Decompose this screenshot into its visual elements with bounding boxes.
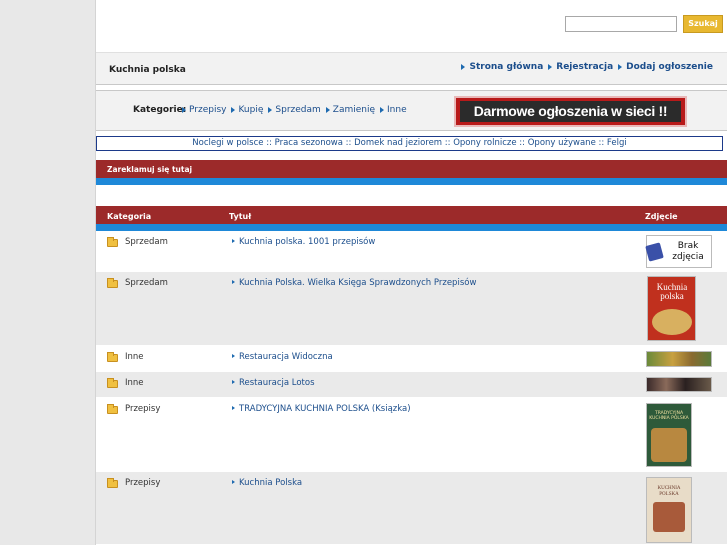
book-cover-image xyxy=(652,309,692,335)
column-header-title: Tytuł xyxy=(229,212,252,221)
top-navigation: Strona główna Rejestracja Dodaj ogłoszen… xyxy=(461,62,713,72)
arrow-right-icon xyxy=(380,107,385,113)
arrow-right-icon xyxy=(231,107,236,113)
arrow-right-icon xyxy=(461,64,466,70)
no-photo-label: Brak zdjęcia xyxy=(672,240,704,262)
category-links: Przepisy Kupię Sprzedam Zamienię Inne xyxy=(182,105,407,115)
row-title-link[interactable]: Restauracja Lotos xyxy=(239,378,315,388)
row-category: Przepisy xyxy=(125,404,161,414)
arrow-right-icon xyxy=(268,107,273,113)
categories-label: Kategorie: xyxy=(133,105,187,115)
arrow-right-icon xyxy=(232,480,235,484)
folder-icon xyxy=(107,237,118,247)
folder-icon xyxy=(107,278,118,288)
divider-bar xyxy=(96,178,727,185)
arrow-right-icon xyxy=(325,107,330,113)
category-link-przepisy[interactable]: Przepisy xyxy=(182,105,226,115)
table-row: Przepisy Kuchnia Polska KUCHNIA POLSKA xyxy=(96,472,727,545)
promo-text: Zareklamuj się tutaj xyxy=(107,165,193,174)
ad-banner-text: Darmowe ogłoszenia w sieci !! xyxy=(460,101,681,122)
row-category: Sprzedam xyxy=(125,237,168,247)
row-photo[interactable] xyxy=(646,351,712,367)
row-photo[interactable]: KUCHNIA POLSKA xyxy=(646,477,692,543)
arrow-right-icon xyxy=(232,239,235,243)
arrow-right-icon xyxy=(232,380,235,384)
row-photo[interactable]: Brak zdjęcia xyxy=(645,235,712,268)
category-link-label: Przepisy xyxy=(189,105,227,115)
row-title-link[interactable]: Restauracja Widoczna xyxy=(239,352,333,362)
column-header-photo: Zdjęcie xyxy=(645,212,678,221)
ad-banner[interactable]: Darmowe ogłoszenia w sieci !! xyxy=(454,96,687,127)
table-header-divider xyxy=(96,224,727,231)
book-cover-image xyxy=(651,428,687,462)
row-category: Inne xyxy=(125,378,144,388)
folder-icon xyxy=(107,378,118,388)
row-category: Sprzedam xyxy=(125,278,168,288)
row-category: Inne xyxy=(125,352,144,362)
arrow-right-icon xyxy=(232,280,235,284)
category-link-label: Sprzedam xyxy=(275,105,321,115)
table-row: Sprzedam Kuchnia polska. 1001 przepisów … xyxy=(96,231,727,272)
nav-link-home[interactable]: Strona główna xyxy=(461,62,543,72)
nav-link-label: Strona główna xyxy=(469,62,544,72)
folder-icon xyxy=(107,404,118,414)
book-cover-image xyxy=(653,502,685,532)
row-title-link[interactable]: Kuchnia Polska xyxy=(239,478,302,488)
category-link-sprzedam[interactable]: Sprzedam xyxy=(268,105,321,115)
table-row: Przepisy TRADYCYJNA KUCHNIA POLSKA (Ksią… xyxy=(96,398,727,472)
promo-bar[interactable]: Zareklamuj się tutaj xyxy=(96,160,727,178)
table-row: Inne Restauracja Lotos xyxy=(96,372,727,398)
search-button[interactable]: Szukaj xyxy=(683,15,723,33)
nav-link-register[interactable]: Rejestracja xyxy=(548,62,613,72)
row-category: Przepisy xyxy=(125,478,161,488)
title-bar: Kuchnia polska Strona główna Rejestracja… xyxy=(96,52,727,85)
left-sidebar xyxy=(0,0,96,545)
arrow-right-icon xyxy=(232,354,235,358)
row-photo[interactable]: Kuchnia polska xyxy=(647,276,696,341)
main-content: Szukaj Kuchnia polska Strona główna Reje… xyxy=(96,0,727,545)
arrow-right-icon xyxy=(232,406,235,410)
row-title-link[interactable]: Kuchnia Polska. Wielka Księga Sprawdzony… xyxy=(239,278,476,288)
arrow-right-icon xyxy=(182,107,186,113)
category-link-label: Inne xyxy=(387,105,407,115)
table-row: Sprzedam Kuchnia Polska. Wielka Księga S… xyxy=(96,272,727,346)
search-input[interactable] xyxy=(565,16,677,32)
book-cover-title: Kuchnia polska xyxy=(656,282,688,301)
book-cover-title: KUCHNIA POLSKA xyxy=(657,486,681,497)
category-link-inne[interactable]: Inne xyxy=(380,105,407,115)
spacer xyxy=(96,185,727,206)
row-photo[interactable] xyxy=(646,377,712,392)
arrow-right-icon xyxy=(618,64,623,70)
folder-icon xyxy=(107,352,118,362)
row-photo[interactable]: TRADYCYJNA KUCHNIA POLSKA xyxy=(646,403,692,467)
category-link-kupie[interactable]: Kupię xyxy=(231,105,263,115)
arrow-right-icon xyxy=(548,64,553,70)
sponsored-links-bar[interactable]: Noclegi w polsce :: Praca sezonowa :: Do… xyxy=(96,136,723,151)
nav-link-label: Dodaj ogłoszenie xyxy=(626,62,713,72)
top-band: Szukaj xyxy=(96,0,727,52)
book-cover-title: TRADYCYJNA KUCHNIA POLSKA xyxy=(649,411,689,421)
table-row: Inne Restauracja Widoczna xyxy=(96,346,727,372)
page-title: Kuchnia polska xyxy=(109,65,186,75)
nav-link-add-listing[interactable]: Dodaj ogłoszenie xyxy=(618,62,713,72)
table-header: Kategoria Tytuł Zdjęcie xyxy=(96,206,727,224)
column-header-category: Kategoria xyxy=(107,212,152,221)
row-title-link[interactable]: Kuchnia polska. 1001 przepisów xyxy=(239,237,375,247)
nav-link-label: Rejestracja xyxy=(556,62,614,72)
category-link-zamienie[interactable]: Zamienię xyxy=(325,105,376,115)
category-link-label: Zamienię xyxy=(332,105,376,115)
category-link-label: Kupię xyxy=(238,105,264,115)
no-photo-icon xyxy=(645,241,664,262)
folder-icon xyxy=(107,478,118,488)
row-title-link[interactable]: TRADYCYJNA KUCHNIA POLSKA (Ksiązka) xyxy=(239,404,411,414)
